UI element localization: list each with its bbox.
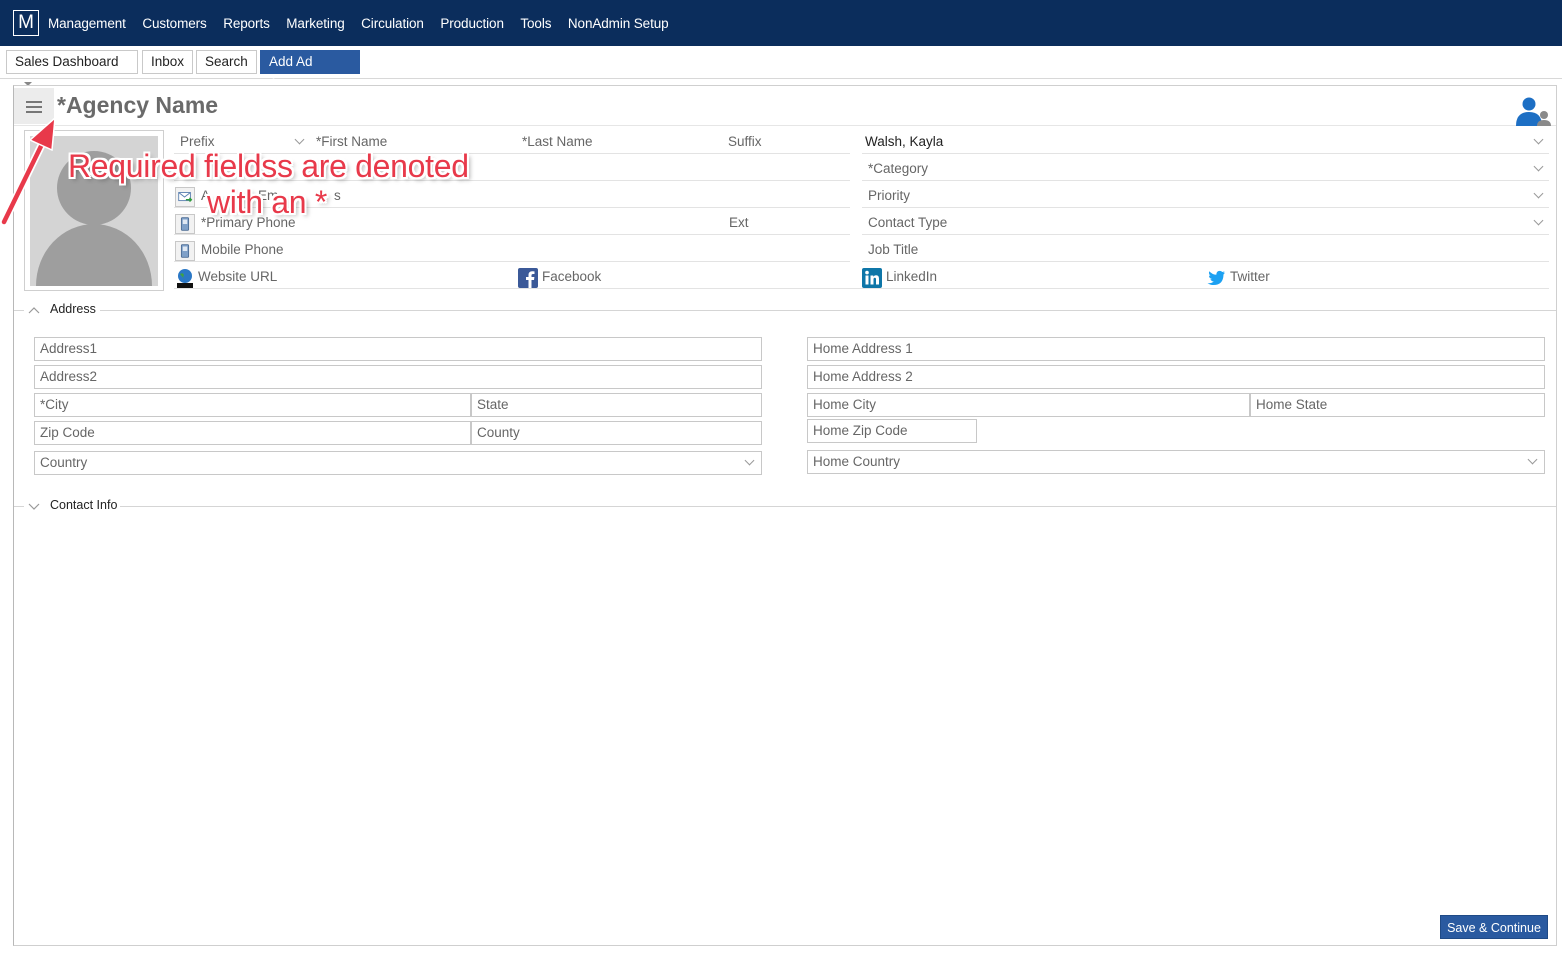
tab-label: Sales Dashboard [15,54,119,69]
tab-label: Search [205,54,248,69]
last-name-field[interactable]: *Last Name [522,134,593,149]
home-address1-input[interactable]: Home Address 1 [807,337,1545,361]
tab-sales-dashboard[interactable]: Sales Dashboard [6,50,138,87]
ext-field[interactable]: Ext [729,215,749,230]
divider [120,506,1556,507]
menu-item-customers[interactable]: Customers [142,16,206,31]
phone-icon [175,214,195,234]
prefix-field[interactable]: Prefix [180,134,215,149]
first-name-field[interactable]: *First Name [316,134,387,149]
contact-info-section-header[interactable]: Contact Info [50,498,117,512]
facebook-icon [518,268,538,288]
menu-item-circulation[interactable]: Circulation [361,16,424,31]
suffix-field[interactable]: Suffix [728,134,762,149]
tab-inbox[interactable]: Inbox [142,50,194,74]
home-country-select-label: Home Country [813,454,901,469]
priority-select[interactable]: Priority [868,188,910,203]
zip-code-input[interactable]: Zip Code [34,421,471,445]
facebook-field[interactable]: Facebook [542,269,601,284]
twitter-icon [1207,270,1225,285]
menu-item-management[interactable]: Management [48,16,126,31]
website-url-field[interactable]: Website URL [198,269,277,284]
divider [862,234,1549,235]
chevron-down-icon[interactable] [28,501,40,511]
email-icon [175,187,195,207]
category-select[interactable]: *Category [868,161,928,176]
contact-type-select[interactable]: Contact Type [868,215,947,230]
divider [14,506,24,507]
divider [862,261,1549,262]
address2-input[interactable]: Address2 [34,365,762,389]
divider [862,207,1549,208]
city-input[interactable]: *City [34,393,471,417]
country-select[interactable]: Country [34,451,762,475]
tab-add-ad-agency[interactable]: Add Ad A... × [260,50,360,91]
address1-input[interactable]: Address1 [34,337,762,361]
chevron-down-icon[interactable] [1527,454,1538,465]
contact-person-icon[interactable] [1514,96,1558,126]
globe-icon [177,269,193,288]
home-zip-code-input[interactable]: Home Zip Code [807,419,977,443]
divider [14,310,24,311]
tab-bar: Sales Dashboard Inbox Search Add Ad A...… [0,46,1562,91]
linkedin-icon [862,268,882,288]
top-navbar: M Management Customers Reports Marketing… [0,0,1562,46]
divider [862,153,1549,154]
twitter-field[interactable]: Twitter [1230,269,1270,284]
divider [174,288,1549,289]
menu-item-nonadmin-setup[interactable]: NonAdmin Setup [568,16,669,31]
divider [14,125,1556,126]
divider [100,310,1556,311]
email-field-fragment-end: s [334,188,341,203]
job-title-field[interactable]: Job Title [868,242,918,257]
annotation-arrow-icon [0,116,56,226]
mobile-phone-field[interactable]: Mobile Phone [201,242,284,257]
home-state-input[interactable]: Home State [1250,393,1545,417]
menu-item-tools[interactable]: Tools [520,16,551,31]
annotation-text-line2: with an * [207,184,328,220]
annotation-text-line1: Required fieldss are denoted [68,148,469,184]
divider [174,234,850,235]
tab-search[interactable]: Search [196,50,257,74]
menu-item-reports[interactable]: Reports [223,16,270,31]
linkedin-field[interactable]: LinkedIn [886,269,937,284]
home-city-input[interactable]: Home City [807,393,1250,417]
county-input[interactable]: County [471,421,762,445]
tab-label: Inbox [151,54,185,69]
agency-name-title[interactable]: *Agency Name [57,92,218,119]
state-input[interactable]: State [471,393,762,417]
menu-item-marketing[interactable]: Marketing [286,16,344,31]
country-select-label: Country [40,455,88,470]
divider [862,180,1549,181]
menu-item-production[interactable]: Production [440,16,504,31]
home-address2-input[interactable]: Home Address 2 [807,365,1545,389]
sales-rep-select[interactable]: Walsh, Kayla [865,134,943,149]
chevron-up-icon[interactable] [28,305,40,315]
chevron-down-icon[interactable] [744,455,755,466]
mobile-phone-icon [175,241,195,261]
address-section-header[interactable]: Address [50,302,96,316]
save-and-continue-button[interactable]: Save & Continue [1440,915,1548,939]
home-country-select[interactable]: Home Country [807,450,1545,474]
main-menu: Management Customers Reports Marketing C… [48,16,685,31]
app-logo[interactable]: M [13,10,39,36]
divider [174,261,850,262]
